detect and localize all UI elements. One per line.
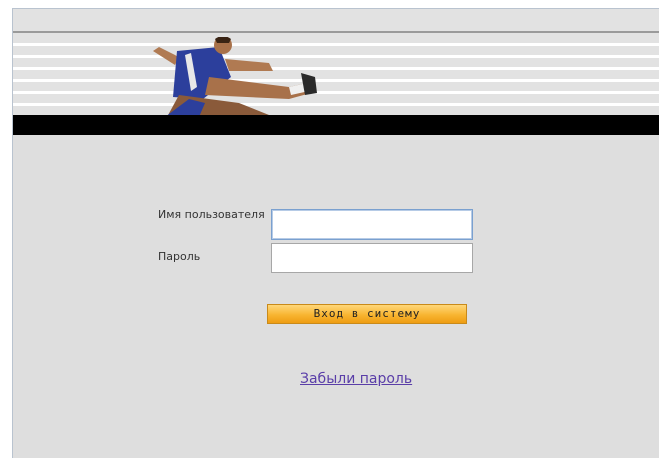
banner-stripe: [13, 31, 659, 33]
username-input[interactable]: [271, 209, 473, 240]
username-label: Имя пользователя: [158, 208, 265, 221]
forgot-password-link[interactable]: Забыли пароль: [300, 371, 412, 387]
password-label: Пароль: [158, 250, 201, 263]
banner-bar: [13, 115, 659, 135]
login-page: Имя пользователя Пароль Вход в систему З…: [12, 8, 659, 458]
login-button[interactable]: Вход в систему: [267, 304, 467, 324]
login-form: Имя пользователя Пароль Вход в систему З…: [13, 135, 659, 458]
athlete-image: [153, 37, 317, 117]
password-input[interactable]: [271, 243, 473, 273]
header-banner: [13, 9, 659, 135]
